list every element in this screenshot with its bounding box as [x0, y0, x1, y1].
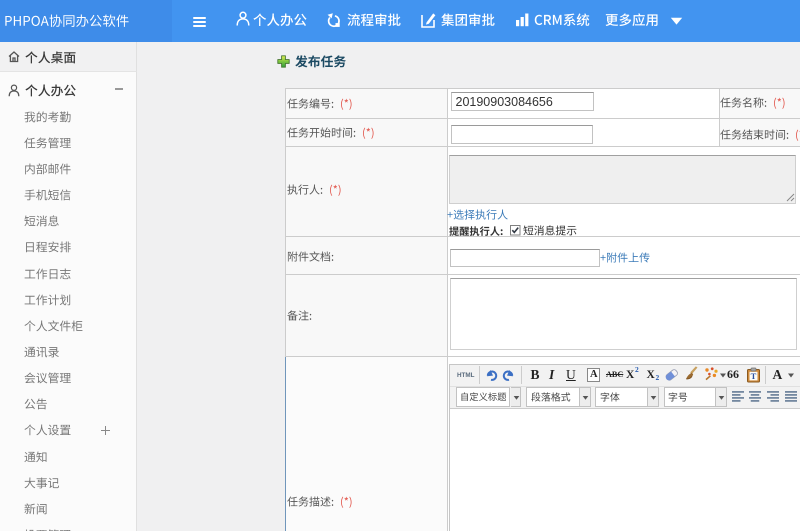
- svg-text:T: T: [750, 371, 756, 381]
